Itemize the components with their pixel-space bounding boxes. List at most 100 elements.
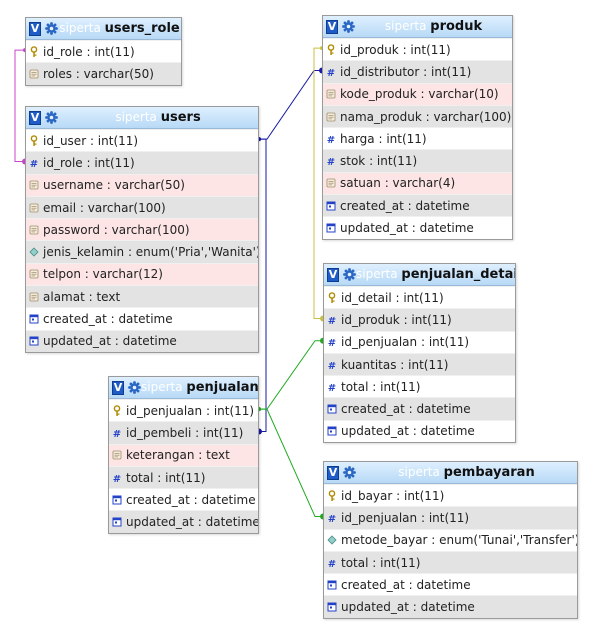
column-row[interactable]: keterangan : text (109, 443, 258, 466)
column-row[interactable]: created_at : datetime (323, 194, 512, 217)
svg-text:#: # (113, 429, 121, 439)
column-row[interactable]: created_at : datetime (26, 307, 258, 330)
column-label: harga : int(11) (340, 131, 427, 146)
column-row[interactable]: updated_at : datetime (324, 595, 577, 618)
column-row[interactable]: # id_penjualan : int(11) (324, 506, 577, 529)
table-users[interactable]: Vsiperta users id_user : int(11) # id_role … (25, 106, 259, 353)
column-row[interactable]: id_bayar : int(11) (324, 484, 577, 507)
column-row[interactable]: # id_penjualan : int(11) (324, 330, 515, 353)
column-row[interactable]: updated_at : datetime (109, 510, 258, 533)
relation-line (259, 408, 323, 517)
gear-icon[interactable] (341, 20, 355, 34)
table-penjualan[interactable]: Vsiperta penjualan id_penjualan : int(11)… (108, 376, 259, 534)
database-name: siperta (59, 21, 101, 35)
column-row[interactable]: updated_at : datetime (324, 419, 515, 443)
hash-icon: # (327, 557, 337, 569)
svg-text:#: # (328, 559, 336, 569)
column-row[interactable]: # total : int(11) (324, 375, 515, 398)
column-row[interactable]: jenis_kelamin : enum('Pria','Wanita') (26, 240, 258, 263)
key-icon (327, 291, 337, 304)
table-header[interactable]: Vsiperta pembayaran (324, 462, 577, 484)
column-row[interactable]: # harga : int(11) (323, 127, 512, 150)
column-label: updated_at : datetime (126, 515, 258, 530)
table-penjualan-detail[interactable]: Vsiperta penjualan_detail id_detail : int… (323, 263, 516, 444)
column-label: metode_bayar : enum('Tunai','Transfer') (341, 533, 577, 548)
table-users-role[interactable]: Vsiperta users_role id_role : int(11) role… (25, 17, 182, 86)
column-row[interactable]: id_penjualan : int(11) (109, 399, 258, 422)
table-name: users_role (104, 21, 180, 36)
column-row[interactable]: roles : varchar(50) (26, 62, 181, 85)
column-row[interactable]: kode_produk : varchar(10) (323, 82, 512, 105)
database-name: siperta (356, 267, 398, 281)
column-row[interactable]: username : varchar(50) (26, 173, 258, 196)
v-toggle-icon[interactable]: V (327, 267, 339, 282)
v-toggle-icon[interactable]: V (29, 21, 41, 36)
column-row[interactable]: id_detail : int(11) (324, 286, 515, 309)
table-header[interactable]: Vsiperta produk (323, 16, 512, 38)
v-toggle-icon[interactable]: V (29, 110, 41, 125)
column-row[interactable]: # kuantitas : int(11) (324, 352, 515, 376)
gear-icon[interactable] (342, 466, 356, 480)
column-row[interactable]: created_at : datetime (324, 573, 577, 596)
gear-icon[interactable] (44, 22, 58, 36)
column-row[interactable]: # stok : int(11) (323, 149, 512, 172)
table-title: siperta pembayaran (356, 465, 577, 480)
table-header[interactable]: Vsiperta penjualan_detail (324, 264, 515, 286)
table-name: users (160, 110, 201, 125)
table-produk[interactable]: Vsiperta produk id_produk : int(11) # id_di… (322, 15, 513, 240)
column-row[interactable]: # total : int(11) (324, 550, 577, 574)
table-header[interactable]: Vsiperta users (26, 107, 258, 129)
key-icon (29, 134, 39, 147)
column-label: created_at : datetime (341, 577, 471, 592)
hash-icon: # (112, 427, 122, 439)
column-label: id_produk : int(11) (341, 312, 452, 327)
column-row[interactable]: alamat : text (26, 285, 258, 308)
column-label: id_detail : int(11) (341, 290, 444, 305)
column-row[interactable]: satuan : varchar(4) (323, 171, 512, 195)
relation-line (259, 340, 323, 410)
column-label: updated_at : datetime (340, 221, 474, 236)
gear-icon[interactable] (342, 268, 356, 282)
column-row[interactable]: # id_produk : int(11) (324, 308, 515, 331)
hash-icon: # (326, 155, 336, 167)
column-row[interactable]: created_at : datetime (324, 397, 515, 420)
column-label: username : varchar(50) (43, 178, 185, 193)
column-row[interactable]: password : varchar(100) (26, 218, 258, 241)
svg-text:#: # (328, 383, 336, 393)
column-row[interactable]: # total : int(11) (109, 465, 258, 489)
column-row[interactable]: email : varchar(100) (26, 195, 258, 219)
v-toggle-icon[interactable]: V (112, 380, 124, 395)
column-label: jenis_kelamin : enum('Pria','Wanita') (43, 245, 258, 260)
table-header[interactable]: Vsiperta penjualan (109, 377, 258, 399)
column-row[interactable]: nama_produk : varchar(100) (323, 104, 512, 128)
column-row[interactable]: id_produk : int(11) (323, 38, 512, 61)
gear-icon[interactable] (44, 111, 58, 125)
table-pembayaran[interactable]: Vsiperta pembayaran id_bayar : int(11) # id… (323, 461, 578, 619)
column-label: id_penjualan : int(11) (341, 335, 470, 350)
column-row[interactable]: id_user : int(11) (26, 129, 258, 152)
column-label: id_produk : int(11) (340, 42, 451, 57)
table-header[interactable]: Vsiperta users_role (26, 18, 181, 40)
column-label: stok : int(11) (340, 154, 418, 169)
column-row[interactable]: # id_pembeli : int(11) (109, 421, 258, 444)
column-row[interactable]: created_at : datetime (109, 488, 258, 511)
gear-icon[interactable] (127, 381, 141, 395)
column-row[interactable]: # id_role : int(11) (26, 151, 258, 174)
column-row[interactable]: telpon : varchar(12) (26, 262, 258, 286)
column-label: roles : varchar(50) (43, 66, 154, 81)
hash-icon: # (326, 66, 336, 78)
v-toggle-icon[interactable]: V (326, 19, 338, 34)
column-label: created_at : datetime (126, 492, 256, 507)
column-row[interactable]: id_role : int(11) (26, 40, 181, 63)
column-row[interactable]: updated_at : datetime (323, 216, 512, 239)
column-row[interactable]: updated_at : datetime (26, 329, 258, 352)
column-label: kode_produk : varchar(10) (340, 87, 499, 102)
column-row[interactable]: metode_bayar : enum('Tunai','Transfer') (324, 528, 577, 551)
v-toggle-icon[interactable]: V (327, 465, 339, 480)
column-row[interactable]: # id_distributor : int(11) (323, 60, 512, 83)
database-name: siperta (141, 380, 183, 394)
key-icon (326, 43, 336, 56)
column-label: id_user : int(11) (43, 133, 139, 148)
column-label: email : varchar(100) (43, 200, 166, 215)
column-label: keterangan : text (126, 448, 230, 463)
